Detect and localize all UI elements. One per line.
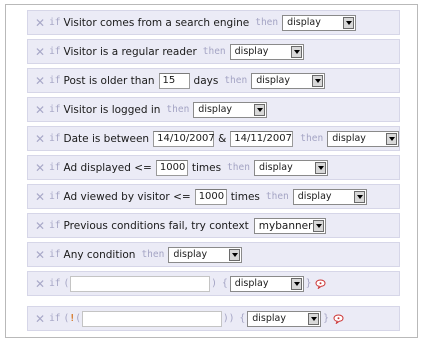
remove-rule-icon[interactable]: ✕: [35, 219, 45, 233]
condition-label: Any condition: [63, 248, 136, 261]
action-select[interactable]: display: [253, 159, 328, 176]
remove-rule-icon[interactable]: ✕: [35, 103, 45, 117]
action-select[interactable]: display: [168, 246, 243, 263]
if-keyword: if: [49, 278, 61, 289]
condition-label: Ad displayed <=: [63, 161, 152, 174]
chevron-down-icon: [290, 277, 302, 290]
expression-input[interactable]: [82, 310, 223, 327]
speech-bubble-icon[interactable]: [333, 313, 344, 325]
action-select[interactable]: display: [193, 101, 268, 118]
remove-rule-icon[interactable]: ✕: [35, 161, 45, 175]
action-select[interactable]: display: [292, 188, 367, 205]
if-keyword: if: [49, 249, 61, 260]
if-keyword: if: [49, 46, 61, 57]
rule-ad-viewed: ✕ if Ad viewed by visitor <= 1000 times …: [27, 184, 400, 209]
remove-rule-icon[interactable]: ✕: [35, 132, 45, 146]
expression-input[interactable]: [70, 275, 211, 292]
rule-ad-displayed: ✕ if Ad displayed <= 1000 times then dis…: [27, 155, 400, 180]
remove-rule-icon[interactable]: ✕: [35, 16, 45, 30]
action-select[interactable]: display: [327, 130, 399, 147]
date-to-input[interactable]: 14/11/2007: [230, 130, 294, 147]
rule-logged-in: ✕ if Visitor is logged in then display: [27, 97, 400, 122]
chevron-down-icon: [308, 312, 320, 325]
if-keyword: if: [49, 220, 61, 231]
times-label: times: [191, 161, 222, 174]
close-parens: )): [223, 313, 235, 324]
action-select[interactable]: display: [282, 14, 357, 31]
chevron-down-icon: [290, 45, 302, 58]
condition-label: Visitor is a regular reader: [63, 45, 197, 58]
remove-rule-icon[interactable]: ✕: [35, 74, 45, 88]
rule-regular-reader: ✕ if Visitor is a regular reader then di…: [27, 39, 400, 64]
close-brace: }: [305, 278, 312, 289]
max-displays-input[interactable]: 1000: [155, 159, 188, 176]
remove-rule-icon[interactable]: ✕: [35, 45, 45, 59]
speech-bubble-icon[interactable]: [315, 278, 326, 290]
max-views-input[interactable]: 1000: [194, 188, 227, 205]
if-keyword: if: [49, 104, 61, 115]
remove-rule-icon[interactable]: ✕: [35, 277, 45, 291]
action-select[interactable]: display: [247, 310, 322, 327]
date-from-input[interactable]: 14/10/2007: [153, 130, 215, 147]
if-keyword: if: [49, 17, 61, 28]
remove-rule-icon[interactable]: ✕: [35, 190, 45, 204]
open-brace: {: [239, 313, 246, 324]
open-brace: {: [221, 278, 228, 289]
rule-previous-fail: ✕ if Previous conditions fail, try conte…: [27, 213, 400, 238]
if-keyword: if: [49, 133, 61, 144]
then-keyword: then: [202, 46, 226, 57]
rule-custom-not-expression: ✕ if ( ! ( )) { display }: [27, 306, 400, 331]
rule-post-older: ✕ if Post is older than 15 days then dis…: [27, 68, 400, 93]
rule-custom-expression: ✕ if ( ) { display }: [27, 271, 400, 296]
rule-date-between: ✕ if Date is between 14/10/2007 & 14/11/…: [27, 126, 400, 151]
then-keyword: then: [227, 162, 250, 173]
chevron-down-icon: [254, 103, 266, 116]
date-joiner: &: [218, 132, 227, 145]
condition-label: Previous conditions fail, try context: [63, 219, 249, 232]
remove-rule-icon[interactable]: ✕: [35, 248, 45, 262]
then-keyword: then: [265, 191, 289, 202]
remove-rule-icon[interactable]: ✕: [35, 312, 45, 326]
chevron-down-icon: [312, 74, 324, 87]
close-brace: }: [323, 313, 329, 324]
action-select[interactable]: display: [251, 72, 326, 89]
then-keyword: then: [224, 75, 248, 86]
chevron-down-icon: [229, 248, 241, 261]
condition-label: Visitor comes from a search engine: [63, 16, 250, 29]
action-select[interactable]: display: [229, 275, 304, 292]
condition-label: Ad viewed by visitor <=: [63, 190, 191, 203]
times-label: times: [230, 190, 260, 203]
condition-label: Visitor is logged in: [63, 103, 161, 116]
chevron-down-icon: [353, 190, 365, 203]
if-keyword: if: [49, 191, 61, 202]
condition-label: Date is between: [63, 132, 150, 145]
rule-search-engine: ✕ if Visitor comes from a search engine …: [27, 10, 400, 35]
then-keyword: then: [141, 249, 165, 260]
then-keyword: then: [255, 17, 279, 28]
close-paren: ): [211, 278, 217, 289]
context-select[interactable]: mybanner: [253, 217, 326, 234]
chevron-down-icon: [343, 16, 355, 29]
chevron-down-icon: [314, 161, 326, 174]
if-keyword: if: [49, 313, 61, 324]
then-keyword: then: [300, 133, 324, 144]
chevron-down-icon: [386, 132, 397, 145]
open-paren: (: [63, 278, 70, 289]
condition-label: Post is older than: [63, 74, 155, 87]
days-label: days: [193, 74, 219, 87]
if-keyword: if: [49, 162, 61, 173]
rule-any-condition: ✕ if Any condition then display: [27, 242, 400, 267]
chevron-down-icon: [312, 219, 324, 232]
days-input[interactable]: 15: [158, 72, 190, 89]
if-keyword: if: [49, 75, 61, 86]
then-keyword: then: [166, 104, 190, 115]
action-select[interactable]: display: [229, 43, 304, 60]
open-paren-inner: (: [75, 313, 82, 324]
